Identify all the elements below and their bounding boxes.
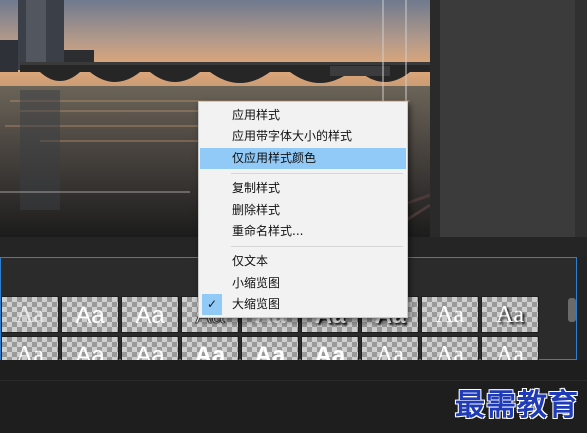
style-thumbnail[interactable]: Aa: [61, 296, 119, 333]
menu-item-label: 重命名样式...: [232, 224, 304, 238]
style-thumbnail[interactable]: Aa: [361, 336, 419, 360]
menu-item-apply-style-color-only[interactable]: 仅应用样式颜色: [200, 148, 406, 169]
menu-item-text-only[interactable]: 仅文本: [200, 251, 406, 272]
menu-item-label: 删除样式: [232, 203, 281, 217]
context-menu: 应用样式 应用带字体大小的样式 仅应用样式颜色 复制样式 删除样式 重命名样式.…: [198, 101, 408, 318]
menu-item-rename-style[interactable]: 重命名样式...: [200, 221, 406, 242]
menu-item-apply-style-with-font-size[interactable]: 应用带字体大小的样式: [200, 126, 406, 147]
menu-separator: [231, 173, 403, 174]
style-thumbnail[interactable]: Aa: [121, 296, 179, 333]
menu-item-apply-style[interactable]: 应用样式: [200, 105, 406, 126]
style-thumbnail[interactable]: Aa: [1, 296, 59, 333]
menu-item-label: 应用带字体大小的样式: [232, 129, 353, 143]
style-thumbnail[interactable]: Aa: [481, 296, 539, 333]
style-thumbnail[interactable]: Aa: [421, 296, 479, 333]
style-thumbnail[interactable]: Aa: [1, 336, 59, 360]
menu-item-label: 大缩览图: [232, 297, 281, 311]
menu-item-label: 仅应用样式颜色: [232, 151, 317, 165]
watermark-text: 最需教育: [455, 388, 579, 423]
menu-item-large-thumbnails[interactable]: ✓ 大缩览图: [200, 294, 406, 315]
menu-item-label: 复制样式: [232, 181, 281, 195]
style-thumbnail[interactable]: Aa: [121, 336, 179, 360]
preview-side-area: [430, 0, 587, 237]
style-thumbnail[interactable]: Aa: [241, 336, 299, 360]
menu-item-small-thumbnails[interactable]: 小缩览图: [200, 273, 406, 294]
menu-separator: [231, 246, 403, 247]
menu-item-duplicate-style[interactable]: 复制样式: [200, 178, 406, 199]
menu-item-label: 小缩览图: [232, 276, 281, 290]
menu-item-label: 仅文本: [232, 254, 269, 268]
panel-scrollbar-thumb[interactable]: [568, 298, 576, 322]
style-thumbnail[interactable]: Aa: [481, 336, 539, 360]
menu-item-delete-style[interactable]: 删除样式: [200, 200, 406, 221]
checkmark-icon: ✓: [202, 294, 222, 315]
style-thumbnail[interactable]: Aa: [421, 336, 479, 360]
menu-item-label: 应用样式: [232, 108, 281, 122]
style-thumbnail[interactable]: Aa: [301, 336, 359, 360]
right-edge-scrollbar[interactable]: [575, 0, 587, 237]
timeline-area: 最需教育: [0, 360, 587, 433]
style-thumbnail[interactable]: Aa: [61, 336, 119, 360]
style-thumbnail[interactable]: Aa: [181, 336, 239, 360]
